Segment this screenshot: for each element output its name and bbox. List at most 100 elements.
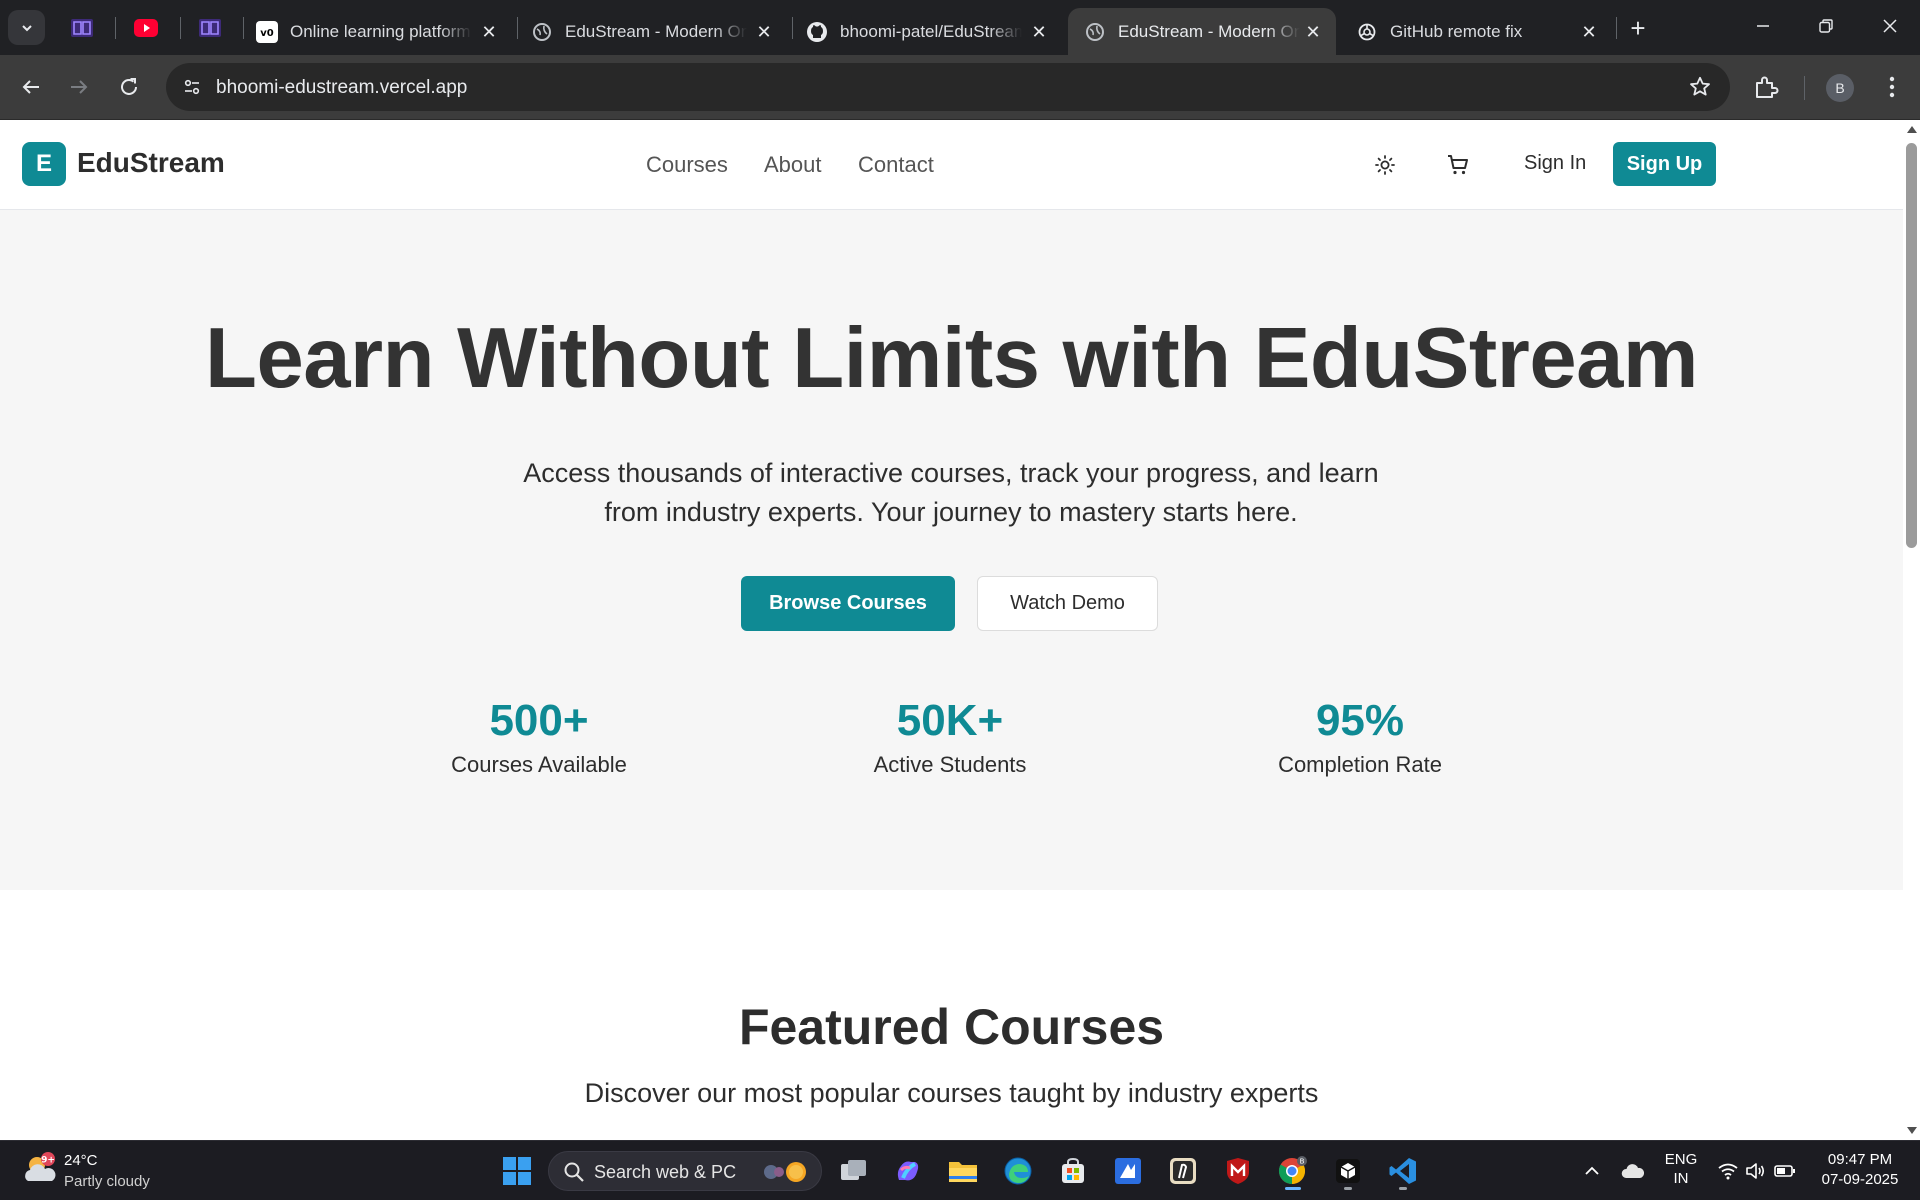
weather-description[interactable]: Partly cloudy xyxy=(64,1173,150,1190)
running-app-indicator xyxy=(1399,1187,1407,1190)
watch-demo-button[interactable]: Watch Demo xyxy=(977,576,1158,631)
taskbar-copilot[interactable] xyxy=(888,1151,928,1191)
bluestack-app-icon xyxy=(1115,1158,1141,1184)
extensions-puzzle-icon[interactable] xyxy=(1751,72,1781,102)
close-icon[interactable]: ✕ xyxy=(478,21,500,43)
v0-logo-icon: v0 xyxy=(256,20,278,43)
address-bar[interactable]: bhoomi-edustream.vercel.app xyxy=(166,63,1730,111)
chrome-icon: B xyxy=(1278,1156,1307,1185)
close-icon[interactable]: ✕ xyxy=(1302,21,1324,43)
theme-toggle-button[interactable] xyxy=(1370,150,1400,180)
taskbar-store[interactable] xyxy=(1053,1151,1093,1191)
close-window-button[interactable] xyxy=(1870,8,1910,44)
cart-button[interactable] xyxy=(1443,150,1473,180)
tab-edustream-active[interactable]: EduStream - Modern Online ✕ xyxy=(1068,8,1336,55)
pinned-tab-2[interactable] xyxy=(196,14,224,42)
tray-onedrive[interactable] xyxy=(1614,1151,1652,1191)
tab-title: GitHub remote fix xyxy=(1390,21,1523,41)
pinned-tab-1[interactable] xyxy=(68,14,96,42)
close-icon[interactable]: ✕ xyxy=(1028,21,1050,43)
scroll-thumb[interactable] xyxy=(1906,143,1917,548)
tab-github-remote-fix[interactable]: GitHub remote fix ✕ xyxy=(1340,8,1612,55)
new-tab-button[interactable]: + xyxy=(1623,13,1653,43)
tray-battery[interactable] xyxy=(1769,1151,1801,1191)
notes-app-icon xyxy=(1170,1158,1196,1184)
stat-label: Courses Available xyxy=(451,752,627,777)
profile-avatar[interactable]: B xyxy=(1826,74,1854,102)
pinned-tab-youtube[interactable] xyxy=(132,14,160,42)
language-indicator[interactable]: ENG IN xyxy=(1658,1151,1704,1187)
sign-up-button[interactable]: Sign Up xyxy=(1613,142,1716,186)
globe-icon xyxy=(531,21,553,43)
browser-tab-strip: v0 Online learning platform ✕ EduStream … xyxy=(0,0,1920,55)
weather-widget[interactable]: 9+ xyxy=(20,1149,60,1189)
featured-courses-title: Featured Courses xyxy=(738,999,1165,1055)
stat-label: Completion Rate xyxy=(1278,752,1442,777)
page-scrollbar[interactable] xyxy=(1903,120,1920,1140)
toolbar-divider xyxy=(1804,76,1805,100)
close-icon[interactable]: ✕ xyxy=(1578,21,1600,43)
back-button[interactable] xyxy=(13,69,49,105)
tab-title: bhoomi-patel/EduStream xyxy=(840,21,1022,41)
scroll-up-arrow-icon[interactable] xyxy=(1907,126,1917,133)
mcafee-shield-icon xyxy=(1227,1158,1249,1184)
taskbar-search-box[interactable]: Search web & PC xyxy=(548,1151,822,1191)
close-icon[interactable]: ✕ xyxy=(753,21,775,43)
taskbar-vscode[interactable] xyxy=(1383,1151,1423,1191)
cloud-icon xyxy=(1621,1164,1645,1178)
reload-button[interactable] xyxy=(111,69,147,105)
weather-badge: 9+ xyxy=(41,1156,55,1166)
more-vertical-icon xyxy=(1889,76,1895,98)
tab-separator xyxy=(180,17,181,39)
sign-in-link[interactable]: Sign In xyxy=(1524,152,1586,175)
tab-search-button[interactable] xyxy=(8,10,45,45)
arrow-right-icon xyxy=(71,80,88,94)
taskbar-app-blue[interactable] xyxy=(1108,1151,1148,1191)
logo-badge[interactable]: E xyxy=(22,142,66,186)
shopping-cart-icon xyxy=(1448,155,1468,175)
edge-icon xyxy=(1004,1157,1032,1185)
tab-github-repo[interactable]: bhoomi-patel/EduStream ✕ xyxy=(790,8,1062,55)
chevron-down-icon xyxy=(21,24,32,31)
windows-logo-icon xyxy=(503,1157,531,1185)
kebab-menu-button[interactable] xyxy=(1878,72,1906,102)
weather-temperature[interactable]: 24°C xyxy=(64,1152,98,1169)
svg-text:v0: v0 xyxy=(260,28,274,39)
tab-separator xyxy=(115,17,116,39)
taskbar-edge[interactable] xyxy=(998,1151,1038,1191)
reload-icon xyxy=(121,78,137,95)
tray-overflow-button[interactable] xyxy=(1573,1151,1611,1191)
forward-button[interactable] xyxy=(61,69,97,105)
restore-button[interactable] xyxy=(1806,8,1846,44)
bookmark-star-icon[interactable] xyxy=(1688,75,1712,99)
clock[interactable]: 09:47 PM 07-09-2025 xyxy=(1812,1151,1908,1188)
taskbar-mcafee[interactable] xyxy=(1218,1151,1258,1191)
nav-link-courses[interactable]: Courses xyxy=(646,152,728,178)
taskbar-file-explorer[interactable] xyxy=(943,1151,983,1191)
site-info-icon[interactable] xyxy=(178,73,206,101)
language-line-2: IN xyxy=(1673,1170,1689,1187)
globe-icon xyxy=(1084,21,1106,43)
tab-edustream-1[interactable]: EduStream - Modern Online ✕ xyxy=(515,8,787,55)
browse-courses-button[interactable]: Browse Courses xyxy=(741,576,955,631)
logo-text[interactable]: EduStream xyxy=(77,147,225,179)
nav-link-about[interactable]: About xyxy=(764,152,822,178)
taskbar-search-placeholder: Search web & PC xyxy=(594,1162,737,1182)
tray-volume[interactable] xyxy=(1740,1151,1772,1191)
book-icon xyxy=(71,19,93,37)
clock-time: 09:47 PM xyxy=(1827,1151,1893,1168)
url-text[interactable]: bhoomi-edustream.vercel.app xyxy=(216,77,467,99)
tab-online-learning[interactable]: v0 Online learning platform ✕ xyxy=(240,8,512,55)
active-app-indicator xyxy=(1285,1187,1301,1190)
nav-link-contact[interactable]: Contact xyxy=(858,152,934,178)
store-icon xyxy=(1062,1157,1084,1183)
scroll-down-arrow-icon[interactable] xyxy=(1907,1127,1917,1134)
tab-title: EduStream - Modern Online xyxy=(565,21,747,41)
minimize-button[interactable] xyxy=(1743,8,1783,44)
taskbar-chrome[interactable]: B xyxy=(1273,1151,1313,1191)
taskbar-app-notes[interactable] xyxy=(1163,1151,1203,1191)
taskbar-app-cube[interactable] xyxy=(1328,1151,1368,1191)
start-button[interactable] xyxy=(497,1151,537,1191)
taskbar-task-view[interactable] xyxy=(834,1151,874,1191)
hero-title: Learn Without Limits with EduStream xyxy=(205,311,1698,406)
